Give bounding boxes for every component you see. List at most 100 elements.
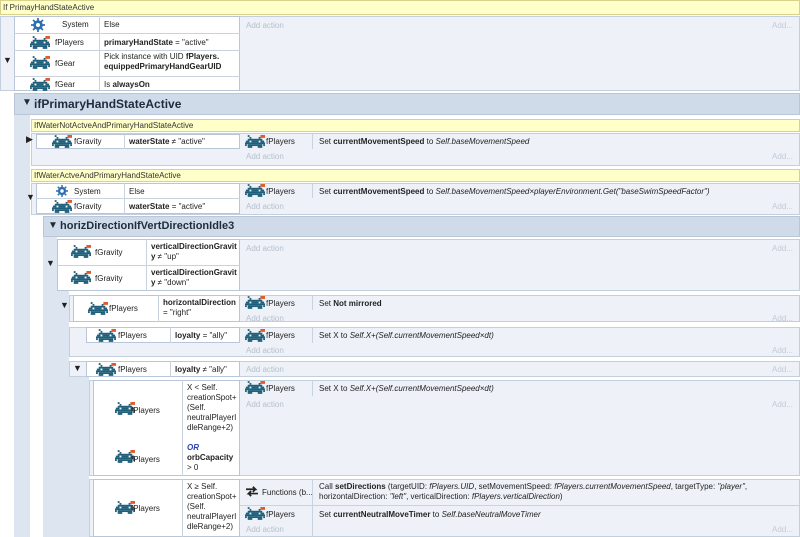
functions-icon — [245, 485, 259, 497]
fplayers-sprite-icon — [96, 363, 116, 376]
group-collapse-icon[interactable]: ▼ — [48, 220, 58, 231]
divider — [312, 380, 313, 396]
condition-loyalty-not-ally[interactable]: loyalty ≠ "ally" — [175, 365, 227, 374]
divider — [124, 134, 125, 149]
condition-else[interactable]: Else — [129, 187, 145, 196]
comment-primary-hand-state[interactable]: If PrimayHandStateActive — [0, 0, 800, 15]
system-gear-icon — [31, 18, 45, 32]
divider — [312, 183, 313, 198]
divider — [312, 295, 313, 310]
add-more-link[interactable]: Add... — [772, 346, 793, 355]
condition-always-on[interactable]: Is alwaysOn — [104, 80, 150, 89]
divider — [312, 327, 313, 343]
action-set-x[interactable]: Set X to Self.X+(Self.currentMovementSpe… — [319, 384, 494, 393]
action-set-speed[interactable]: Set currentMovementSpeed to Self.baseMov… — [319, 137, 529, 146]
action-set-not-mirrored[interactable]: Set Not mirrored — [319, 299, 382, 308]
condition-horizontal-right[interactable]: horizontalDirection = "right" — [163, 298, 239, 318]
add-action-link[interactable]: Add action — [246, 365, 284, 374]
condition-water-state[interactable]: waterState = "active" — [129, 202, 205, 211]
act-var: currentMovementSpeed — [333, 187, 425, 196]
cond-var: primaryHandState — [104, 38, 173, 47]
divider — [14, 33, 240, 34]
cond-value: ≠ "active" — [169, 137, 205, 146]
collapse-toggle-icon[interactable]: ▼ — [3, 55, 12, 65]
comment-text: IfWaterNotActveAndPrimaryHandStateActive — [34, 121, 194, 130]
condition-object-fgear: fGear — [55, 59, 76, 68]
add-action-link[interactable]: Add action — [246, 525, 284, 534]
expand-toggle-icon[interactable]: ▶ — [26, 134, 33, 145]
act-expr: Self.baseMovementSpeed — [435, 137, 530, 146]
add-more-link[interactable]: Add... — [772, 314, 793, 323]
act-text: to — [424, 187, 436, 196]
divider — [182, 479, 183, 537]
act-text: Set — [319, 510, 334, 519]
event-indent-bar — [69, 377, 89, 537]
cond-value: = "active" — [169, 202, 206, 211]
add-more-link[interactable]: Add... — [772, 365, 793, 374]
action-object-fplayers: fPlayers — [266, 510, 295, 519]
act-text: Call — [319, 482, 336, 491]
action-set-x[interactable]: Set X to Self.X+(Self.currentMovementSpe… — [319, 331, 494, 340]
act-text: Set X to — [319, 384, 350, 393]
condition-primary-hand-state[interactable]: primaryHandState = "active" — [104, 38, 209, 47]
cond-var: loyalty — [175, 365, 201, 374]
fgear-sprite-icon — [30, 56, 50, 69]
condition-water-state[interactable]: waterState ≠ "active" — [129, 137, 205, 146]
collapse-toggle-icon[interactable]: ▼ — [46, 258, 55, 268]
fgravity-sprite-icon — [71, 245, 91, 258]
divider — [36, 198, 240, 199]
add-more-link[interactable]: Add... — [772, 400, 793, 409]
collapse-toggle-icon[interactable]: ▼ — [60, 300, 69, 310]
act-text: to — [430, 510, 442, 519]
fplayers-sprite-icon — [30, 36, 50, 49]
act-expr: Self.X+(Self.currentMovementSpeed×dt) — [349, 331, 494, 340]
condition-orb-capacity[interactable]: orbCapacity > 0 — [187, 453, 239, 473]
condition-x-greater-equal[interactable]: X ≥ Self. creationSpot+ (Self. neutralPl… — [187, 482, 239, 532]
comment-water-not-active[interactable]: IfWaterNotActveAndPrimaryHandStateActive — [31, 119, 800, 132]
act-var: currentNeutralMoveTimer — [333, 510, 431, 519]
fgravity-sprite-icon — [52, 200, 72, 213]
add-action-link[interactable]: Add action — [246, 202, 284, 211]
act-text: Set X to — [319, 331, 350, 340]
fplayers-sprite-icon — [245, 296, 265, 309]
add-action-link[interactable]: Add action — [246, 152, 284, 161]
condition-vertical-not-down[interactable]: verticalDirectionGravit y ≠ "down" — [151, 268, 239, 288]
divider — [14, 50, 240, 51]
add-action-link[interactable]: Add action — [246, 314, 284, 323]
condition-pick-instance[interactable]: Pick instance with UID fPlayers. equipped… — [104, 52, 238, 72]
collapse-toggle-icon[interactable]: ▼ — [73, 363, 82, 373]
add-more-link[interactable]: Add... — [772, 202, 793, 211]
fgravity-sprite-icon — [71, 271, 91, 284]
act-text: to — [424, 137, 436, 146]
add-more-link[interactable]: Add... — [772, 152, 793, 161]
cond-var: alwaysOn — [112, 80, 150, 89]
add-more-link[interactable]: Add... — [772, 525, 793, 534]
group-collapse-icon[interactable]: ▼ — [22, 97, 32, 108]
cond-var: fPlayers. — [185, 52, 220, 61]
action-call-set-directions[interactable]: Call setDirections (targetUID: fPlayers.… — [319, 482, 789, 502]
divider — [240, 505, 800, 506]
condition-vertical-not-up[interactable]: verticalDirectionGravit y ≠ "up" — [151, 242, 239, 262]
act-text: , setMovementSpeed: — [474, 482, 555, 491]
condition-loyalty-ally[interactable]: loyalty = "ally" — [175, 331, 227, 340]
act-text: ) — [559, 492, 563, 501]
condition-x-less-than[interactable]: X < Self. creationSpot+ (Self. neutralPl… — [187, 383, 239, 433]
add-action-link[interactable]: Add action — [246, 244, 284, 253]
comment-text: If PrimayHandStateActive — [3, 3, 95, 12]
cond-value: = "ally" — [200, 331, 228, 340]
action-set-neutral-timer[interactable]: Set currentNeutralMoveTimer to Self.base… — [319, 510, 541, 519]
comment-water-active[interactable]: IfWaterActveAndPrimaryHandStateActive — [31, 169, 800, 182]
divider — [170, 361, 171, 377]
action-object-fplayers: fPlayers — [266, 299, 295, 308]
action-set-swim-speed[interactable]: Set currentMovementSpeed to Self.baseMov… — [319, 187, 710, 196]
add-more-link[interactable]: Add... — [772, 21, 793, 30]
add-action-link[interactable]: Add action — [246, 21, 284, 30]
condition-else[interactable]: Else — [104, 20, 120, 29]
act-expr: Self.baseNeutralMoveTimer — [441, 510, 541, 519]
collapse-toggle-icon[interactable]: ▼ — [26, 192, 35, 202]
add-action-link[interactable]: Add action — [246, 346, 284, 355]
add-more-link[interactable]: Add... — [772, 244, 793, 253]
add-action-link[interactable]: Add action — [246, 400, 284, 409]
cond-value: ≠ "down" — [155, 278, 190, 287]
condition-object-fplayers: fPlayers — [118, 331, 147, 340]
